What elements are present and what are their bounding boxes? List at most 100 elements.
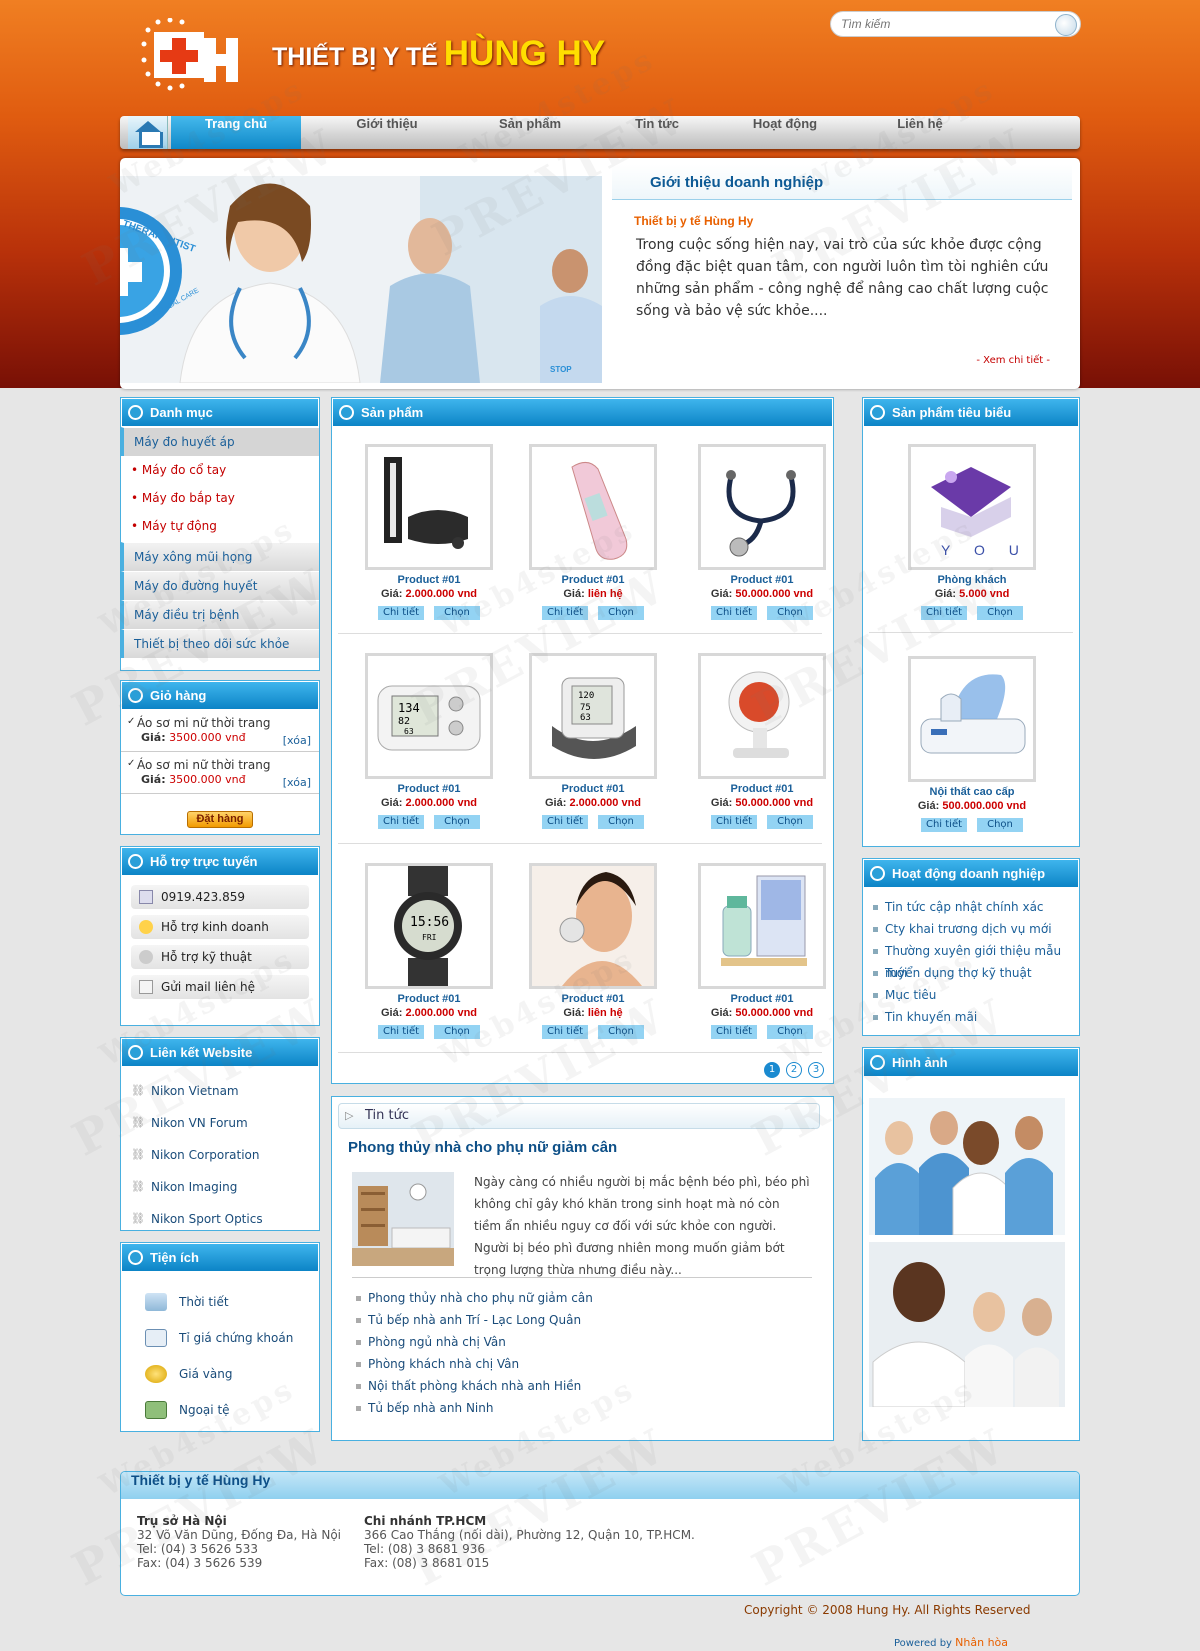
product-name[interactable]: Product #01 (682, 993, 842, 1005)
category-item[interactable]: Máy đo huyết áp (121, 427, 319, 456)
activity-item[interactable]: Mục tiêu (863, 984, 1079, 1006)
product-name[interactable]: Product #01 (349, 574, 509, 586)
powered-by[interactable]: Powered by Nhân hòa (894, 1636, 1008, 1649)
detail-button[interactable]: Chi tiết (542, 1025, 588, 1039)
gallery-photo-nurses[interactable] (869, 1098, 1065, 1235)
product-name[interactable]: Product #01 (513, 574, 673, 586)
activity-item[interactable]: Tin khuyến mãi (863, 1006, 1079, 1028)
home-icon[interactable] (128, 116, 168, 149)
support-phone[interactable]: 0919.423.859 (131, 885, 309, 909)
news-list-item[interactable]: Tủ bếp nhà anh Trí - Lạc Long Quân (354, 1309, 593, 1331)
page-1[interactable]: 1 (764, 1062, 780, 1078)
choose-button[interactable]: Chọn (598, 1025, 644, 1039)
product-name[interactable]: Product #01 (349, 783, 509, 795)
tool-stock[interactable]: Tỉ giá chứng khoán (121, 1320, 319, 1356)
product-name[interactable]: Product #01 (682, 574, 842, 586)
subcategory-item[interactable]: Máy đo cổ tay (121, 456, 319, 484)
search-icon[interactable] (1055, 14, 1077, 36)
choose-button[interactable]: Chọn (977, 606, 1023, 620)
featured-name[interactable]: Phòng khách (892, 574, 1052, 586)
cart-remove-link[interactable]: [xóa] (283, 776, 311, 789)
choose-button[interactable]: Chọn (767, 1025, 813, 1039)
nav-about[interactable]: Giới thiệu (332, 116, 442, 149)
featured-image[interactable]: Y O U (908, 444, 1036, 570)
link-item[interactable]: Nikon Vietnam (121, 1075, 319, 1107)
product-image[interactable] (365, 444, 493, 570)
choose-button[interactable]: Chọn (767, 815, 813, 829)
news-list-item[interactable]: Nội thất phòng khách nhà anh Hiền (354, 1375, 593, 1397)
tool-weather[interactable]: Thời tiết (121, 1284, 319, 1320)
detail-button[interactable]: Chi tiết (711, 606, 757, 620)
detail-button[interactable]: Chi tiết (378, 606, 424, 620)
choose-button[interactable]: Chọn (434, 1025, 480, 1039)
page-2[interactable]: 2 (786, 1062, 802, 1078)
category-item[interactable]: Thiết bị theo dõi sức khỏe (121, 629, 319, 658)
detail-button[interactable]: Chi tiết (542, 606, 588, 620)
product-image[interactable] (698, 653, 826, 779)
featured-image[interactable] (908, 656, 1036, 782)
detail-button[interactable]: Chi tiết (711, 1025, 757, 1039)
product-image[interactable] (698, 863, 826, 989)
choose-button[interactable]: Chọn (598, 815, 644, 829)
news-list-item[interactable]: Tủ bếp nhà anh Ninh (354, 1397, 593, 1419)
nav-news[interactable]: Tin tức (607, 116, 707, 149)
link-item[interactable]: Nikon Corporation (121, 1139, 319, 1171)
nav-home[interactable]: Trang chủ (171, 116, 301, 149)
link-item[interactable]: Nikon Imaging (121, 1171, 319, 1203)
product-name[interactable]: Product #01 (682, 783, 842, 795)
intro-more-link[interactable]: - Xem chi tiết - (976, 355, 1050, 366)
detail-button[interactable]: Chi tiết (542, 815, 588, 829)
choose-button[interactable]: Chọn (598, 606, 644, 620)
link-item[interactable]: Nikon Sport Optics (121, 1203, 319, 1235)
activity-item[interactable]: Thường xuyên giới thiệu mẫu mới (863, 940, 1079, 980)
news-title[interactable]: Phong thủy nhà cho phụ nữ giảm cân (348, 1139, 617, 1156)
logo[interactable] (140, 17, 240, 92)
product-image[interactable] (698, 444, 826, 570)
featured-name[interactable]: Nội thất cao cấp (892, 786, 1052, 798)
gallery-photo-doctors[interactable] (869, 1242, 1065, 1407)
choose-button[interactable]: Chọn (977, 818, 1023, 832)
nav-products[interactable]: Sản phẩm (475, 116, 585, 149)
support-sales[interactable]: Hỗ trợ kinh doanh (131, 915, 309, 939)
detail-button[interactable]: Chi tiết (711, 815, 757, 829)
nav-activities[interactable]: Hoạt động (730, 116, 840, 149)
detail-button[interactable]: Chi tiết (921, 818, 967, 832)
subcategory-item[interactable]: Máy đo bắp tay (121, 484, 319, 512)
product-image[interactable]: 15:56 FRI (365, 863, 493, 989)
product-image[interactable]: 120 75 63 (529, 653, 657, 779)
detail-button[interactable]: Chi tiết (378, 815, 424, 829)
activity-item[interactable]: Tuyển dụng thợ kỹ thuật (863, 962, 1079, 984)
tool-gold[interactable]: Giá vàng (121, 1356, 319, 1392)
product-name[interactable]: Product #01 (513, 783, 673, 795)
detail-button[interactable]: Chi tiết (921, 606, 967, 620)
category-item[interactable]: Máy đo đường huyết (121, 571, 319, 600)
product-image[interactable] (529, 863, 657, 989)
tool-currency[interactable]: Ngoại tệ (121, 1392, 319, 1428)
choose-button[interactable]: Chọn (767, 606, 813, 620)
link-item[interactable]: Nikon VN Forum (121, 1107, 319, 1139)
support-tech[interactable]: Hỗ trợ kỹ thuật (131, 945, 309, 969)
support-mail[interactable]: Gửi mail liên hệ (131, 975, 309, 999)
activity-item[interactable]: Tin tức cập nhật chính xác (863, 896, 1079, 918)
choose-button[interactable]: Chọn (434, 815, 480, 829)
category-item[interactable]: Máy điều trị bệnh (121, 600, 319, 629)
product-image[interactable]: 134 82 63 (365, 653, 493, 779)
news-list-item[interactable]: Phòng ngủ nhà chị Vân (354, 1331, 593, 1353)
product-price: Giá: liên hệ (563, 1007, 623, 1019)
choose-button[interactable]: Chọn (434, 606, 480, 620)
news-list-item[interactable]: Phòng khách nhà chị Vân (354, 1353, 593, 1375)
news-list-item[interactable]: Phong thủy nhà cho phụ nữ giảm cân (354, 1287, 593, 1309)
page-3[interactable]: 3 (808, 1062, 824, 1078)
nav-contact[interactable]: Liên hệ (865, 116, 975, 149)
product-image[interactable] (529, 444, 657, 570)
cart-remove-link[interactable]: [xóa] (283, 734, 311, 747)
category-item[interactable]: Máy xông mũi họng (121, 542, 319, 571)
product-name[interactable]: Product #01 (349, 993, 509, 1005)
product-name[interactable]: Product #01 (513, 993, 673, 1005)
activity-item[interactable]: Cty khai trương dịch vụ mới (863, 918, 1079, 940)
order-button[interactable]: Đặt hàng (187, 811, 253, 828)
news-thumbnail[interactable] (352, 1172, 454, 1266)
search-input[interactable] (841, 13, 1041, 35)
detail-button[interactable]: Chi tiết (378, 1025, 424, 1039)
subcategory-item[interactable]: Máy tự động (121, 512, 319, 540)
